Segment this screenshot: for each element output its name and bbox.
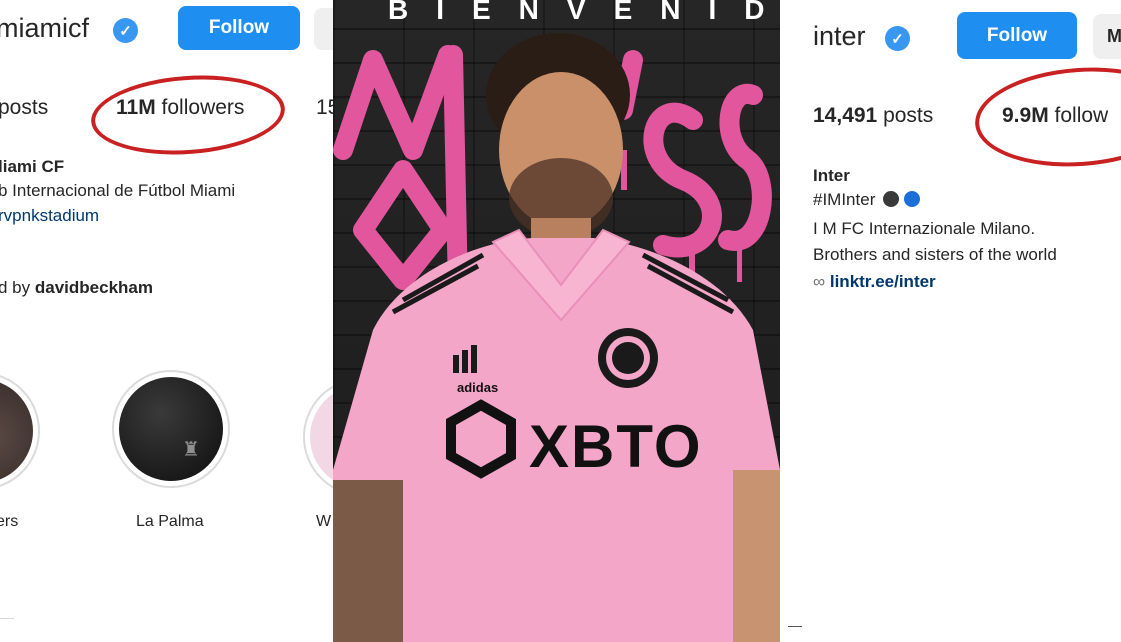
highlight-item[interactable]: ♜ <box>112 370 230 488</box>
message-button[interactable]: M <box>1093 14 1121 59</box>
posts-label: posts <box>883 104 934 127</box>
kit-brand: adidas <box>457 380 499 395</box>
bio-name: Inter <box>813 166 850 185</box>
posts-label: posts <box>0 96 49 119</box>
heron-crest-icon: ♜ <box>182 439 200 461</box>
following-count[interactable]: 15 <box>316 96 333 120</box>
highlight-cover <box>0 379 33 483</box>
follow-button[interactable]: Follow <box>178 6 300 50</box>
bio-line: I M FC Internazionale Milano. <box>813 219 1036 238</box>
highlight-label[interactable]: W <box>316 513 331 531</box>
profile-username[interactable]: inter <box>813 21 866 52</box>
bio-link[interactable]: ∞ linktr.ee/inter <box>813 272 936 292</box>
highlight-item[interactable] <box>303 378 333 496</box>
inter-profile-panel: inter ✓ Follow M 14,491 posts 9.9M follo… <box>780 0 1121 642</box>
sponsor-text: XBTO <box>529 413 703 480</box>
left-arm-tattoo <box>333 480 403 642</box>
message-button-label: M <box>1107 26 1121 46</box>
message-button[interactable] <box>314 8 333 50</box>
bio-name: liami CF <box>0 157 65 176</box>
right-arm <box>733 470 780 642</box>
followed-by-user[interactable]: davidbeckham <box>35 278 153 297</box>
highlight-label[interactable]: ers <box>0 513 18 531</box>
tab-divider <box>788 626 802 627</box>
tab-divider <box>0 618 14 619</box>
follow-button[interactable]: Follow <box>957 12 1077 59</box>
link-icon: ∞ <box>813 272 826 291</box>
miamicf-profile-panel: miamicf ✓ Follow posts 11M followers 15 … <box>0 0 333 642</box>
verified-badge-icon: ✓ <box>113 18 138 43</box>
red-circle-annotation <box>88 69 288 161</box>
posts-value: 14,491 <box>813 104 878 127</box>
posts-count[interactable]: posts <box>0 96 48 120</box>
black-circle-icon <box>883 191 900 207</box>
player-photo <box>333 33 780 642</box>
bio-hashtag[interactable]: #IMInter <box>813 190 875 209</box>
bio-link[interactable]: rvpnkstadium <box>0 206 99 226</box>
red-circle-annotation <box>971 60 1121 174</box>
profile-username[interactable]: miamicf <box>0 13 89 44</box>
poster-image: BIENVENIDO <box>333 0 780 642</box>
highlight-label[interactable]: La Palma <box>136 513 204 531</box>
followed-by: d by davidbeckham <box>0 278 153 298</box>
bio-line: b Internacional de Fútbol Miami <box>0 181 236 200</box>
verified-badge-icon: ✓ <box>885 26 910 51</box>
highlight-cover: ♜ <box>119 377 223 481</box>
bio-hashtag-line: #IMInter <box>813 190 920 210</box>
highlight-cover <box>310 385 333 489</box>
posts-count[interactable]: 14,491 posts <box>813 104 933 128</box>
bio-line: Brothers and sisters of the world <box>813 245 1057 264</box>
highlight-item[interactable] <box>0 372 40 490</box>
blue-circle-icon <box>903 191 920 207</box>
bio-link-text: linktr.ee/inter <box>829 272 936 291</box>
followed-by-prefix: d by <box>0 278 31 297</box>
